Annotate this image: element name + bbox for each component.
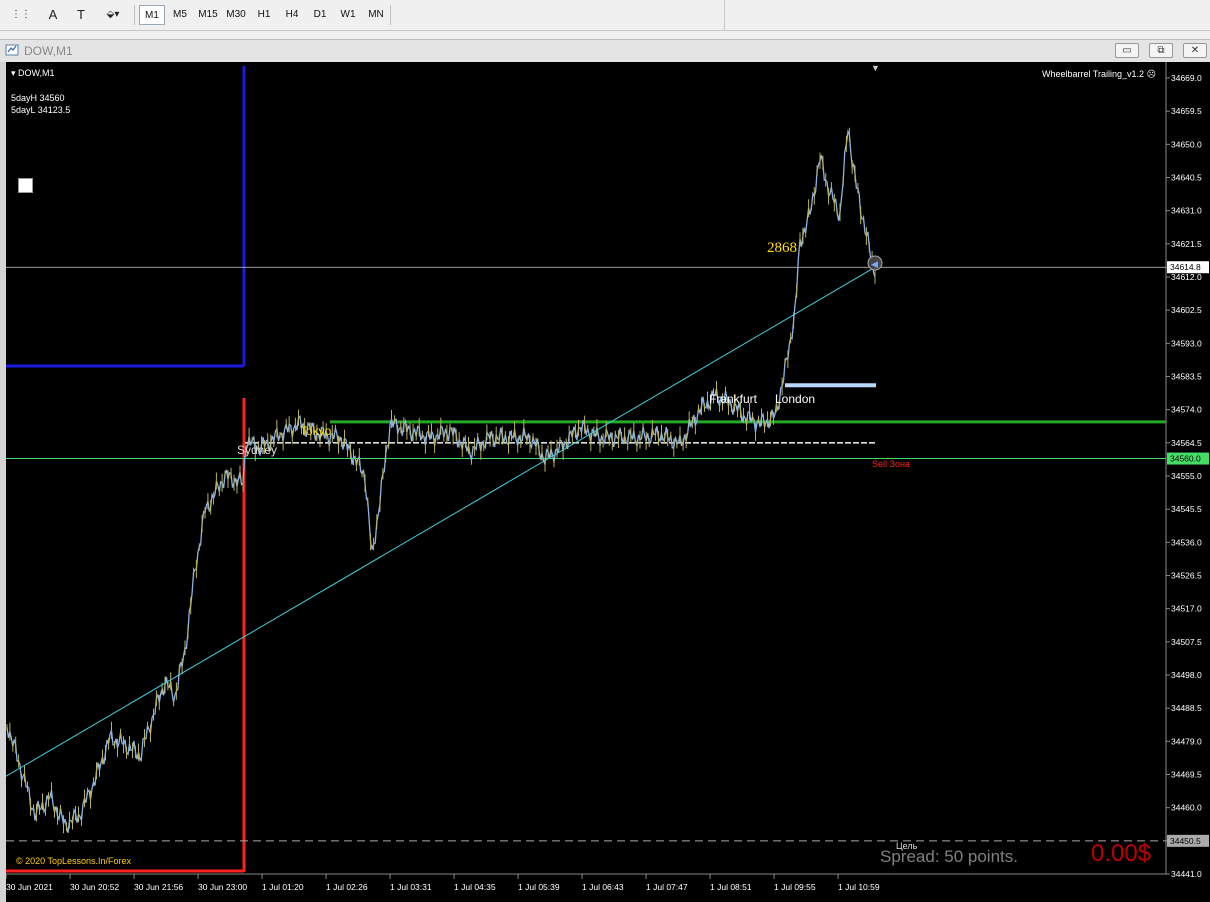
chart-shift-marker-icon: ▼: [871, 63, 880, 73]
price-tick-label: 34593.0: [1171, 338, 1202, 348]
price-tick-label: 34583.5: [1171, 372, 1202, 382]
spread-label: Spread: 50 points.: [880, 847, 1018, 866]
trend-line[interactable]: [5, 266, 876, 777]
time-tick-label: 30 Jun 20:52: [70, 882, 119, 892]
symbol-label-text: DOW,M1: [18, 68, 55, 78]
timeframe-mn-button[interactable]: MN: [363, 5, 389, 25]
time-tick-label: 1 Jul 04:35: [454, 882, 496, 892]
timeframe-d1-button[interactable]: D1: [307, 5, 333, 25]
toolbar-separator: [390, 5, 391, 25]
window-title: DOW,M1: [24, 44, 73, 58]
timeframe-m30-button[interactable]: M30: [223, 5, 249, 25]
price-tick-label: 34441.0: [1171, 869, 1202, 879]
sell-price-badge: 34560.0: [1170, 454, 1201, 464]
price-tick-label: 34479.0: [1171, 736, 1202, 746]
price-tick-label: 34631.0: [1171, 206, 1202, 216]
time-tick-label: 1 Jul 07:47: [646, 882, 688, 892]
toolbar-gap: [0, 31, 1210, 39]
day-high-label: 5dayH 34560: [11, 93, 65, 103]
time-tick-label: 1 Jul 05:39: [518, 882, 560, 892]
pnl-label: 0.00$: [1091, 840, 1152, 867]
toolbar-divider: [724, 0, 725, 30]
chart-left-frame: [0, 62, 6, 902]
price-tick-label: 34640.5: [1171, 173, 1202, 183]
shapes-tool-icon[interactable]: ⬙▾: [98, 4, 128, 26]
maximize-button[interactable]: ⧉: [1149, 43, 1173, 58]
price-tick-label: 34555.0: [1171, 471, 1202, 481]
session-london-label: London: [775, 392, 816, 406]
price-tick-label: 34488.5: [1171, 703, 1202, 713]
price-tick-label: 34545.5: [1171, 504, 1202, 514]
timeframe-m1-button[interactable]: M1: [139, 5, 165, 25]
trade-marker-arrow-icon: ◀: [871, 259, 878, 269]
timeframe-h1-button[interactable]: H1: [251, 5, 277, 25]
toolbar-separator: [134, 5, 135, 25]
indicator-close-icon[interactable]: ☹: [1147, 69, 1156, 79]
timeframe-w1-button[interactable]: W1: [335, 5, 361, 25]
current-price-badge: 34614.8: [1170, 262, 1201, 272]
time-tick-label: 30 Jun 23:00: [198, 882, 247, 892]
price-tick-label: 34469.5: [1171, 770, 1202, 780]
price-tick-label: 34564.5: [1171, 438, 1202, 448]
price-tick-label: 34650.0: [1171, 139, 1202, 149]
session-tokyo-label: Tokyo: [300, 424, 332, 438]
price-tick-label: 34517.0: [1171, 604, 1202, 614]
time-tick-label: 30 Jun 21:56: [134, 882, 183, 892]
price-tick-label: 34498.0: [1171, 670, 1202, 680]
price-tick-label: 34574.0: [1171, 405, 1202, 415]
time-tick-label: 1 Jul 10:59: [838, 882, 880, 892]
price-tick-label: 34602.5: [1171, 305, 1202, 315]
big-number-label: 2868: [767, 240, 797, 256]
session-sydney-label: Sydney: [237, 443, 278, 457]
time-tick-label: 1 Jul 09:55: [774, 882, 816, 892]
toggle-checkbox[interactable]: [18, 178, 33, 193]
time-tick-label: 1 Jul 02:26: [326, 882, 368, 892]
copyright-label: © 2020 TopLessons.In/Forex: [16, 856, 132, 866]
time-tick-label: 1 Jul 06:43: [582, 882, 624, 892]
timeframe-h4-button[interactable]: H4: [279, 5, 305, 25]
price-tick-label: 34526.5: [1171, 571, 1202, 581]
day-low-label: 5dayL 34123.5: [11, 105, 71, 115]
price-chart-canvas[interactable]: ◀ ▼ 34669.0 34659.5 34650.0 34640.5 34631.0 346…: [0, 62, 1210, 902]
time-tick-label: 1 Jul 01:20: [262, 882, 304, 892]
close-button[interactable]: ✕: [1183, 43, 1207, 58]
time-tick-label: 1 Jul 08:51: [710, 882, 752, 892]
time-tick-label: 30 Jun 2021: [6, 882, 53, 892]
price-tick-label: 34659.5: [1171, 106, 1202, 116]
indicator-name: Wheelbarrel Trailing_v1.2: [1042, 69, 1145, 79]
price-tick-label: 34621.5: [1171, 239, 1202, 249]
price-tick-label: 34612.0: [1171, 272, 1202, 282]
price-tick-label: 34536.0: [1171, 537, 1202, 547]
text-tool-icon[interactable]: A: [42, 4, 64, 26]
text-label-tool-icon[interactable]: T: [70, 4, 92, 26]
price-wicks: [6, 127, 876, 834]
target-price-badge: 34450.5: [1170, 836, 1201, 846]
price-tick-label: 34669.0: [1171, 73, 1202, 83]
indicator-label: Wheelbarrel Trailing_v1.2 ☹: [1042, 69, 1156, 80]
symbol-label: ▾ DOW,M1: [11, 68, 55, 78]
price-tick-label: 34507.5: [1171, 637, 1202, 647]
timeframe-m15-button[interactable]: M15: [195, 5, 221, 25]
crosshair-tool-icon[interactable]: ⋮⋮: [10, 4, 32, 26]
price-chart[interactable]: ◀ ▼ 34669.0 34659.5 34650.0 34640.5 34631.0 346…: [0, 62, 1210, 902]
sell-zone-label: Sell Зона: [872, 459, 910, 469]
chart-window-titlebar[interactable]: DOW,M1 ▭ ⧉ ✕: [0, 39, 1210, 63]
chart-window-icon: [5, 44, 19, 56]
price-series: [6, 128, 876, 833]
minimize-button[interactable]: ▭: [1115, 43, 1139, 58]
time-tick-label: 1 Jul 03:31: [390, 882, 432, 892]
price-tick-label: 34460.0: [1171, 803, 1202, 813]
chart-toolbar: ⋮⋮ A T ⬙▾ M1 M5 M15 M30 H1 H4 D1 W1 MN: [0, 0, 1210, 31]
session-frankfurt-label: Frankfurt: [709, 392, 758, 406]
timeframe-m5-button[interactable]: M5: [167, 5, 193, 25]
